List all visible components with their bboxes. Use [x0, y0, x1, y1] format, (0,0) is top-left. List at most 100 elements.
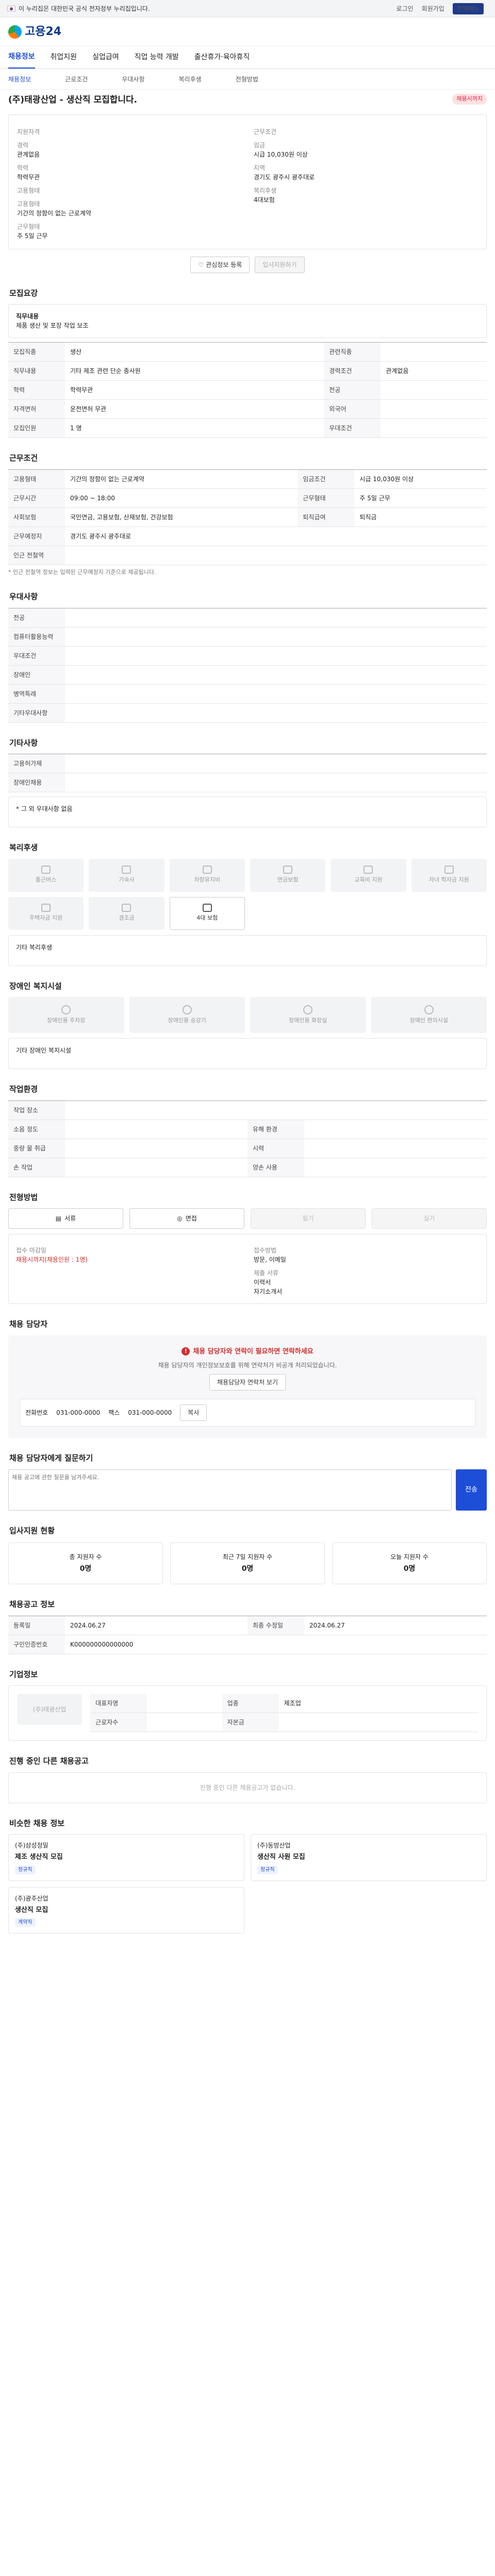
cell-label: 근로자수 [90, 1713, 147, 1732]
section-title-workenv: 작업환경 [9, 1084, 38, 1094]
summary-label: 경력 [17, 141, 29, 149]
cell-value: 2024.06.27 [304, 1616, 487, 1635]
recommend-card[interactable]: (주)삼성정밀제조 생산직 모집정규직 [8, 1834, 244, 1881]
recommend-card[interactable]: (주)광주산업 생산직 모집 계약직 [8, 1887, 244, 1934]
gnb-item-unemployment[interactable]: 실업급여 [92, 47, 119, 68]
cell-label: 기타우대사항 [8, 703, 65, 723]
company-table: 대표자명 업종 제조업 근로자수 자본금 [90, 1694, 478, 1732]
table-row: 사회보험 국민연금, 고용보험, 산재보험, 건강보험 퇴직급여 퇴직금 [8, 507, 487, 527]
cell-label: 외국어 [324, 399, 381, 419]
stat-card: 총 지원자 수 0명 [8, 1543, 163, 1584]
contact-method-value: 방문, 이메일 [254, 1256, 286, 1263]
table-row: 직무내용 기타 제조 관련 단순 종사원 경력조건 관계없음 [8, 361, 487, 381]
cell-value [65, 608, 487, 628]
save-interest-button[interactable]: ♡ 관심정보 등록 [190, 256, 250, 273]
house-icon [41, 904, 51, 912]
fax-label: 팩스 [108, 1409, 120, 1416]
recommend-card[interactable]: (주)동방산업 생산직 사원 모집 정규직 [251, 1834, 487, 1881]
facility-tile: 장애인용 화장실 [250, 997, 366, 1033]
cell-label: 임금조건 [298, 469, 355, 489]
summary-value: 기간의 정함이 없는 근로계약 [17, 209, 91, 217]
manager-box: ! 채용 담당자와 연락이 필요하면 연락하세요 채용 담당자의 개인정보보호를 … [8, 1335, 487, 1438]
education-icon [364, 866, 373, 874]
recommend-company: (주)삼성정밀 [15, 1842, 48, 1849]
tab-conditions[interactable]: 근로조건 [65, 75, 88, 84]
site-header: 고용24 [0, 18, 495, 46]
cell-value [278, 1713, 478, 1732]
manager-contact: 전화번호 031-000-0000 팩스 031-000-0000 복사 [20, 1399, 475, 1427]
section-title-etc: 기타사항 [9, 738, 38, 748]
doc-item: 자기소개서 [254, 1288, 283, 1295]
summary-label: 복리후생 [254, 187, 277, 194]
welfare-other-box: 기타 복리후생 [8, 935, 487, 966]
cell-value [65, 773, 487, 792]
copy-button[interactable]: 복사 [180, 1404, 207, 1421]
summary-value: 4대보험 [254, 196, 275, 204]
cell-value [304, 1158, 487, 1177]
recommend-title: 제조 생산직 모집 [15, 1853, 63, 1861]
gnb-item-leave[interactable]: 출산휴가·육아휴직 [194, 47, 250, 68]
welfare-tile: 교육비 지원 [331, 858, 406, 892]
company-logo: (주)태광산업 [17, 1694, 82, 1725]
welfare-other-label: 기타 복리후생 [16, 943, 53, 951]
cell-value: 2024.06.27 [65, 1616, 248, 1635]
cell-label: 자본금 [222, 1713, 279, 1732]
phone-label: 전화번호 [25, 1409, 48, 1416]
cell-label: 작업 장소 [8, 1100, 65, 1120]
recommend-tag: 정규직 [15, 1865, 36, 1874]
tab-recruit[interactable]: 채용정보 [8, 75, 31, 84]
cell-value [147, 1694, 222, 1713]
table-row: 모집인원 1 명 우대조건 [8, 418, 487, 438]
cell-label: 소음 정도 [8, 1120, 65, 1139]
cell-value: 제조업 [278, 1694, 478, 1713]
cell-label: 사회보험 [8, 507, 65, 527]
cell-label: 시력 [248, 1139, 304, 1158]
table-row: 학력 학력무관 전공 [8, 380, 487, 400]
show-contact-button[interactable]: 채용담당자 연락처 보기 [209, 1374, 286, 1391]
qa-input[interactable] [8, 1469, 452, 1511]
tab-preference[interactable]: 우대사항 [122, 75, 144, 84]
cell-value [65, 684, 487, 704]
gnb-item-jobs[interactable]: 채용정보 [8, 46, 35, 69]
summary-label: 고용형태 [17, 200, 40, 208]
signup-link[interactable]: 회원가입 [422, 4, 444, 13]
cell-value: 학력무관 [65, 380, 324, 400]
cell-value: 국민연금, 고용보험, 산재보험, 건강보험 [65, 507, 298, 527]
section-title-facility: 장애인 복지시설 [9, 981, 62, 991]
others-empty: 진행 중인 다른 채용공고가 없습니다. [8, 1772, 487, 1803]
workenv-table: 작업 장소 소음 정도 유해 환경 중량 물 취급 시력 손 작업 양손 사용 [8, 1100, 487, 1177]
gnb-item-training[interactable]: 직업 능력 개발 [135, 47, 179, 68]
table-row: 장애인채용 [8, 773, 487, 792]
gnb-item-support[interactable]: 취업지원 [51, 47, 77, 68]
all-menu-button[interactable]: 전체메뉴 [452, 3, 484, 14]
login-link[interactable]: 로그인 [397, 4, 414, 13]
apply-info-box: 접수 마감일 채용시까지(채용인원 : 1명) 접수방법 방문, 이메일 제출 … [8, 1234, 487, 1304]
cell-value [381, 418, 487, 438]
parking-icon [61, 1005, 71, 1014]
cell-value: K000000000000000 [65, 1635, 487, 1654]
cell-label: 양손 사용 [248, 1158, 304, 1177]
tab-process[interactable]: 전형방법 [236, 75, 258, 84]
stat-card: 오늘 지원자 수 0명 [332, 1543, 487, 1584]
welfare-tile: 통근버스 [8, 858, 84, 892]
apply-button[interactable]: 입사지원하기 [255, 256, 305, 273]
table-row: 근로자수 자본금 [90, 1713, 478, 1732]
cell-label: 장애인 [8, 665, 65, 685]
tab-welfare[interactable]: 복리후생 [179, 75, 202, 84]
cell-value [65, 1100, 487, 1120]
table-row: 인근 전철역 [8, 546, 487, 565]
table-row: 장애인 [8, 665, 487, 685]
table-row: 병역특례 [8, 684, 487, 704]
summary-label: 근무형태 [17, 223, 40, 230]
cell-value [65, 703, 487, 723]
contact-method-label: 접수방법 [254, 1247, 277, 1254]
cell-value: 시급 10,030원 이상 [354, 469, 487, 489]
cell-label: 유해 환경 [248, 1120, 304, 1139]
site-logo[interactable]: 고용24 [8, 23, 61, 40]
qa-send-button[interactable]: 전송 [456, 1469, 487, 1511]
section-title-conditions: 근무조건 [9, 453, 38, 463]
gov-notice: 이 누리집은 대한민국 공식 전자정부 누리집입니다. [19, 5, 150, 12]
info-table: 등록일 2024.06.27 최종 수정일 2024.06.27 구인인증번호 K000… [8, 1615, 487, 1654]
cell-label: 관련직종 [324, 342, 381, 362]
cell-value [381, 342, 487, 362]
